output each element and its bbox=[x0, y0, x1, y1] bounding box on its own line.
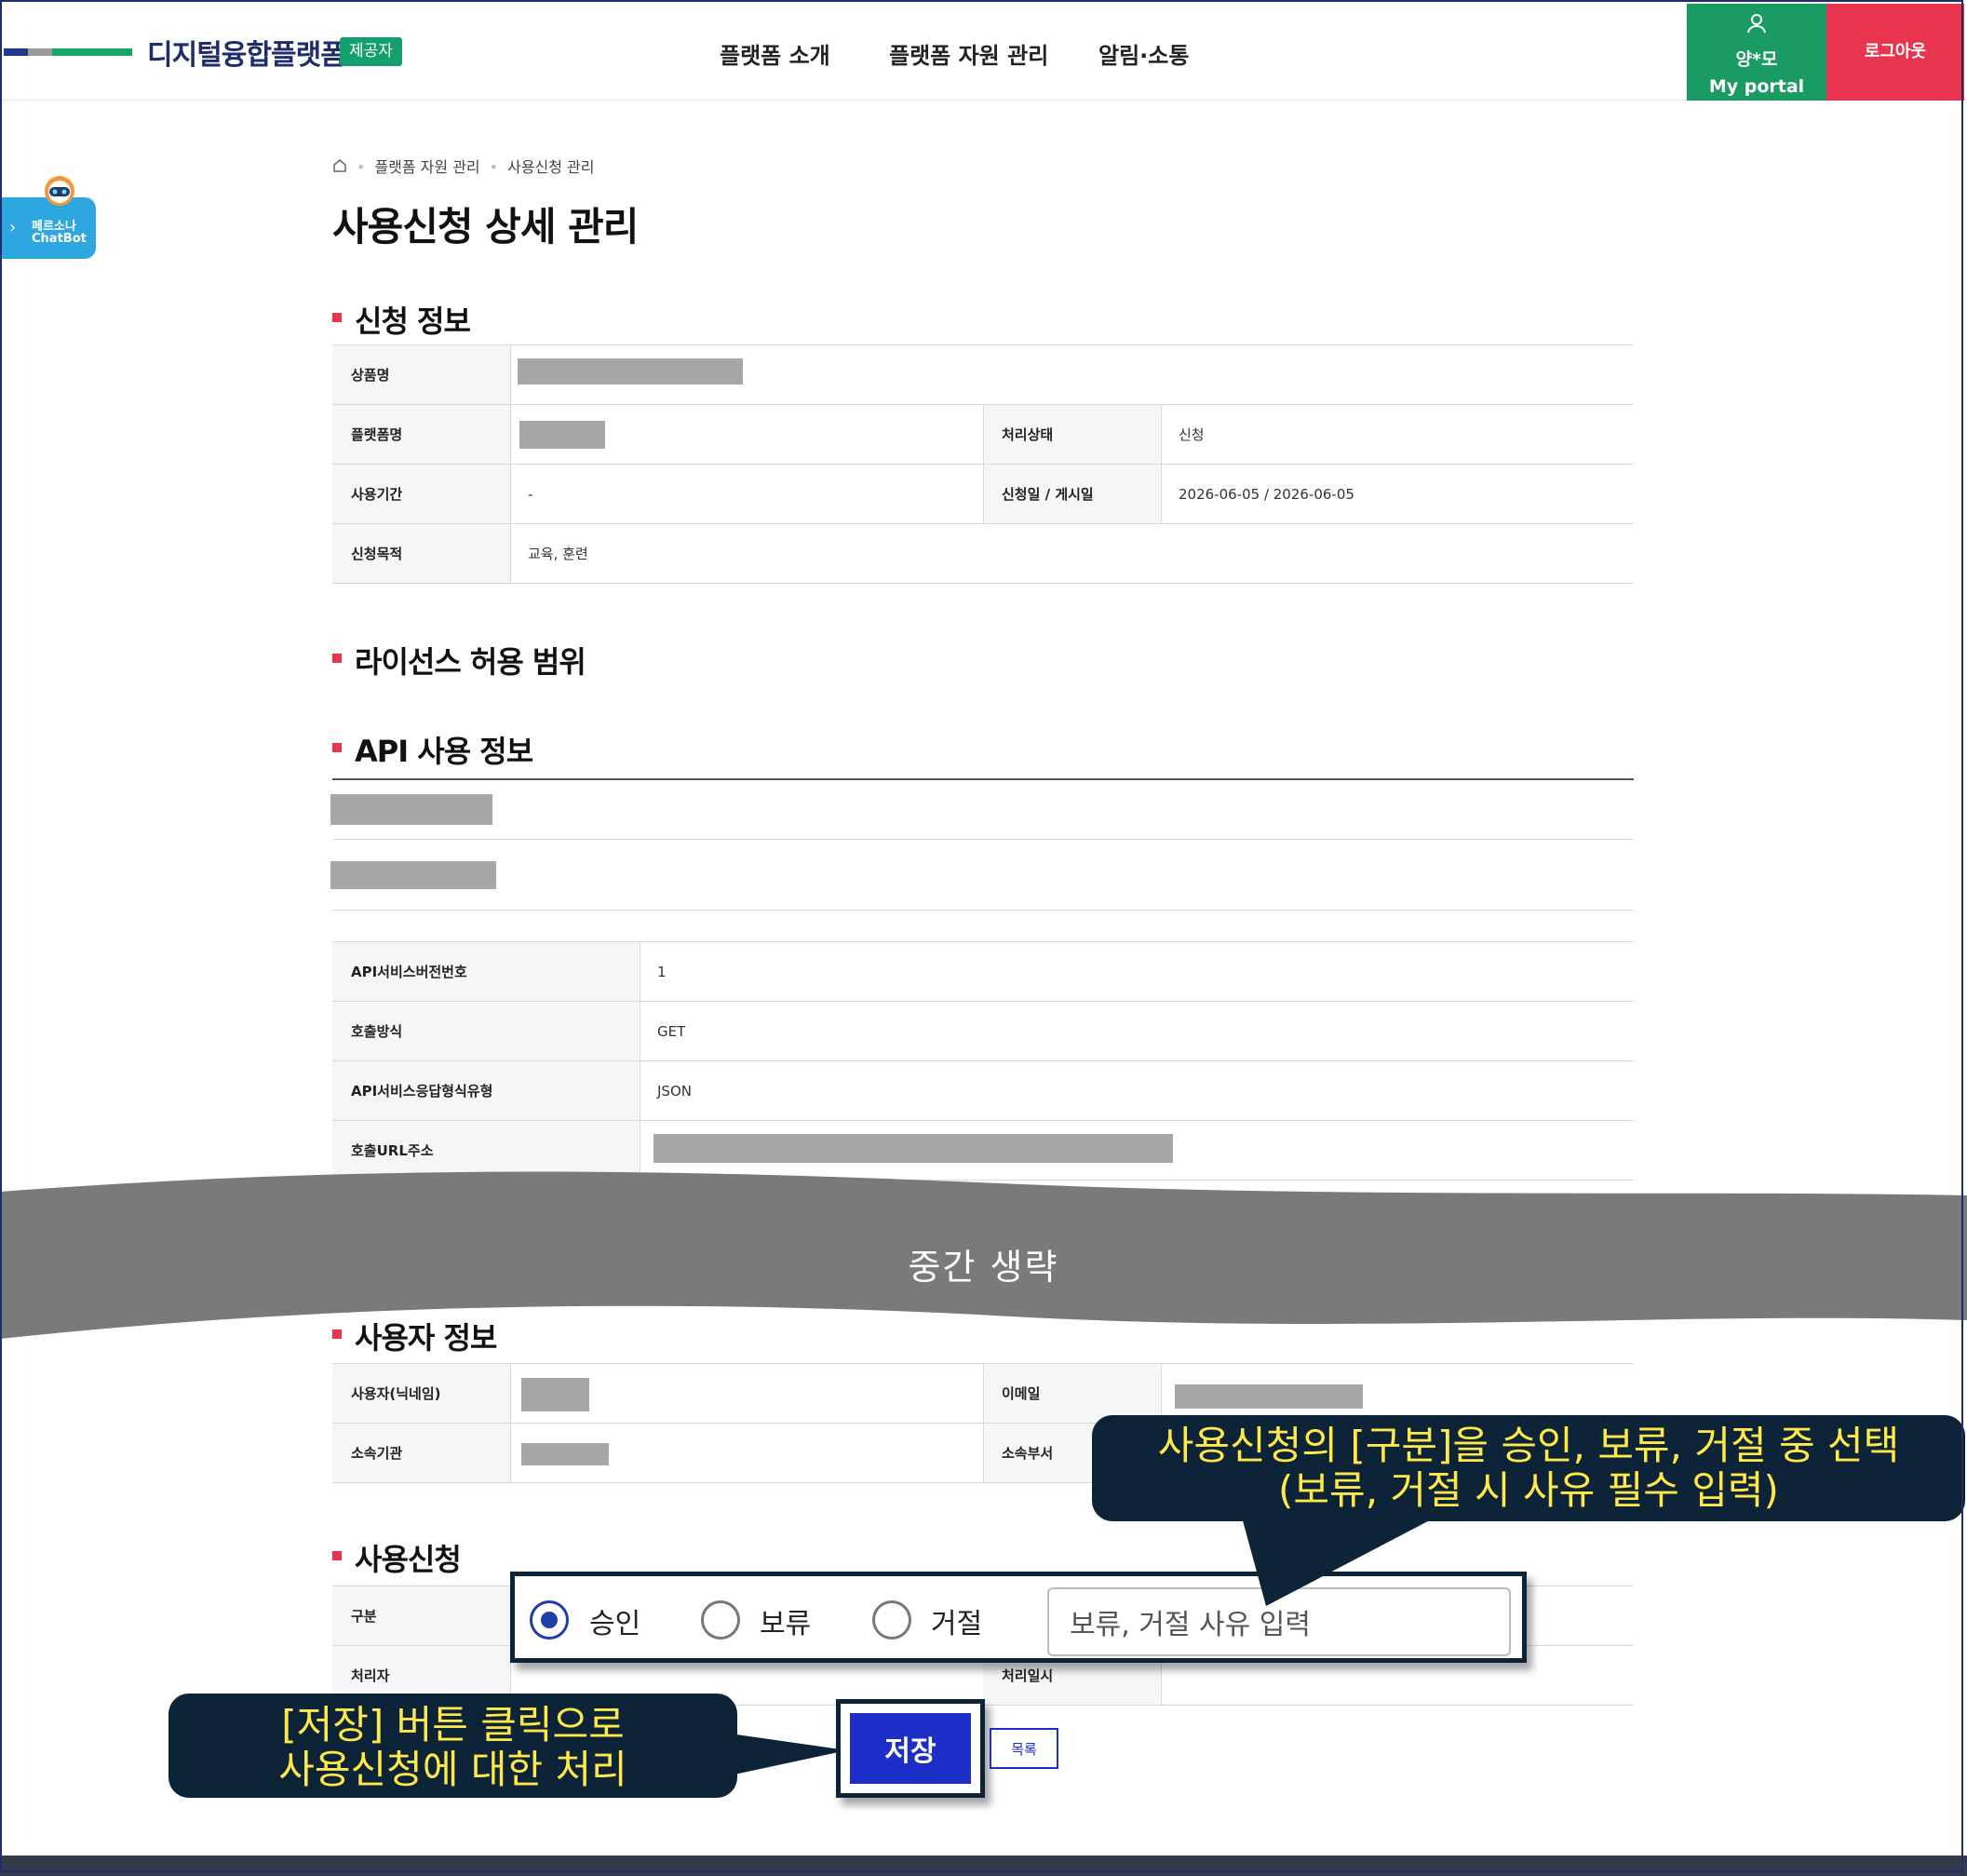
breadcrumb-item[interactable]: 사용신청 관리 bbox=[507, 158, 594, 176]
divider bbox=[332, 839, 1634, 840]
purpose-label: 신청목적 bbox=[332, 524, 510, 583]
radio-approve-label[interactable]: 승인 bbox=[589, 1600, 640, 1641]
divider bbox=[332, 344, 1634, 345]
robot-icon bbox=[41, 175, 78, 207]
divider bbox=[510, 345, 511, 583]
user-name: 양*모 bbox=[1735, 49, 1778, 70]
api-tab-redacted[interactable] bbox=[330, 794, 492, 825]
call-method-label: 호출방식 bbox=[332, 1002, 640, 1060]
radio-approve[interactable] bbox=[530, 1600, 569, 1640]
radio-hold-label[interactable]: 보류 bbox=[760, 1600, 811, 1641]
callout-save-guide: [저장] 버튼 클릭으로 사용신청에 대한 처리 bbox=[168, 1694, 737, 1798]
period-value: - bbox=[528, 485, 533, 503]
callout-radio-guide: 사용신청의 [구분]을 승인, 보류, 거절 중 선택 (보류, 거절 시 사유… bbox=[1092, 1415, 1965, 1521]
divider bbox=[983, 1364, 984, 1482]
save-button-highlight: 저장 bbox=[836, 1699, 985, 1798]
chevron-right-icon: › bbox=[9, 218, 17, 237]
provider-badge: 제공자 bbox=[340, 37, 402, 66]
my-portal-button[interactable]: 양*모 My portal bbox=[1687, 4, 1826, 101]
breadcrumb: • 플랫폼 자원 관리 • 사용신청 관리 bbox=[332, 155, 595, 177]
logo-mark bbox=[4, 48, 28, 56]
purpose-value: 교육, 훈련 bbox=[528, 546, 588, 562]
nav-notice[interactable]: 알림·소통 bbox=[1098, 37, 1189, 70]
section-title: 라이선스 허용 범위 bbox=[332, 639, 586, 682]
response-format-value: JSON bbox=[657, 1082, 692, 1100]
callout-radio-line1: 사용신청의 [구분]을 승인, 보류, 거절 중 선택 bbox=[1157, 1423, 1900, 1468]
logo-text[interactable]: 디지털융합플랫폼 bbox=[147, 32, 346, 73]
date-value: 2026-06-05 / 2026-06-05 bbox=[1179, 485, 1354, 503]
radio-reject[interactable] bbox=[872, 1600, 911, 1640]
save-button[interactable]: 저장 bbox=[850, 1713, 971, 1784]
divider bbox=[1161, 405, 1162, 523]
radio-hold[interactable] bbox=[701, 1600, 740, 1640]
period-label: 사용기간 bbox=[332, 465, 510, 523]
logout-button[interactable]: 로그아웃 bbox=[1826, 4, 1964, 101]
section-title: API 사용 정보 bbox=[332, 728, 533, 771]
section-title: 신청 정보 bbox=[332, 298, 471, 341]
nav-platform-intro[interactable]: 플랫폼 소개 bbox=[720, 37, 830, 70]
email-redacted bbox=[1175, 1384, 1363, 1409]
logo-mark-green bbox=[52, 48, 132, 56]
divider bbox=[332, 910, 1634, 911]
email-label: 이메일 bbox=[983, 1364, 1161, 1423]
date-label: 신청일 / 게시일 bbox=[983, 465, 1161, 523]
product-label: 상품명 bbox=[332, 345, 510, 404]
status-label: 처리상태 bbox=[983, 405, 1161, 464]
section-title: 사용자 정보 bbox=[332, 1315, 497, 1357]
product-value-redacted bbox=[518, 358, 743, 385]
callout-radio-line2: (보류, 거절 시 사유 필수 입력) bbox=[1278, 1467, 1779, 1513]
radio-reject-label[interactable]: 거절 bbox=[931, 1600, 982, 1641]
user-icon bbox=[1687, 13, 1826, 38]
org-label: 소속기관 bbox=[332, 1424, 510, 1482]
list-button[interactable]: 목록 bbox=[990, 1728, 1058, 1769]
api-version-value: 1 bbox=[657, 963, 667, 980]
footer-bar bbox=[0, 1856, 1967, 1876]
platform-value-redacted bbox=[519, 421, 605, 449]
breadcrumb-item[interactable]: 플랫폼 자원 관리 bbox=[374, 158, 479, 176]
portal-label: My portal bbox=[1708, 76, 1805, 97]
org-redacted bbox=[521, 1443, 609, 1465]
omission-text: 중간 생략 bbox=[908, 1247, 1059, 1288]
home-icon[interactable] bbox=[332, 158, 347, 176]
call-url-redacted bbox=[653, 1134, 1173, 1163]
divider bbox=[510, 1364, 511, 1482]
call-method-value: GET bbox=[657, 1022, 686, 1040]
api-version-label: API서비스버전번호 bbox=[332, 942, 640, 1001]
callout-save-line1: [저장] 버튼 클릭으로 bbox=[281, 1702, 625, 1748]
nav-resource-management[interactable]: 플랫폼 자원 관리 bbox=[889, 37, 1048, 70]
divider bbox=[332, 583, 1634, 584]
section-title: 사용신청 bbox=[332, 1536, 462, 1579]
nickname-redacted bbox=[521, 1378, 589, 1411]
chatbot-label-2: ChatBot bbox=[32, 232, 87, 246]
type-label: 구분 bbox=[332, 1586, 510, 1645]
api-name-redacted bbox=[330, 861, 496, 889]
callout-save-line2: 사용신청에 대한 처리 bbox=[278, 1747, 627, 1792]
status-value: 신청 bbox=[1179, 426, 1205, 443]
logo-mark-gray bbox=[28, 48, 52, 56]
divider bbox=[983, 405, 984, 523]
page-title: 사용신청 상세 관리 bbox=[332, 204, 639, 250]
divider bbox=[332, 778, 1634, 780]
response-format-label: API서비스응답형식유형 bbox=[332, 1061, 640, 1120]
platform-label: 플랫폼명 bbox=[332, 405, 510, 464]
nickname-label: 사용자(닉네임) bbox=[332, 1364, 510, 1423]
